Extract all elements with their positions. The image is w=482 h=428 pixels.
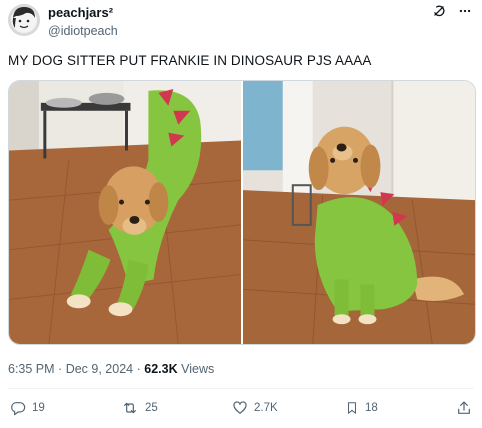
user-name-block: peachjars² @idiotpeach	[48, 5, 118, 39]
photo-left[interactable]	[9, 81, 241, 344]
tweet-header: peachjars² @idiotpeach	[8, 4, 474, 44]
bookmark-count: 18	[365, 402, 378, 414]
bookmark-icon	[345, 400, 359, 416]
share-icon	[456, 400, 472, 416]
header-actions	[432, 4, 472, 18]
like-button[interactable]: 2.7K	[232, 400, 278, 416]
bookmark-button[interactable]: 18	[345, 400, 378, 416]
meta-separator: ·	[58, 362, 63, 376]
retweet-button[interactable]: 25	[121, 400, 158, 416]
like-count: 2.7K	[254, 402, 278, 414]
display-name[interactable]: peachjars²	[48, 5, 118, 21]
tweet-text: MY DOG SITTER PUT FRANKIE IN DINOSAUR PJ…	[8, 53, 372, 68]
avatar[interactable]	[8, 4, 40, 36]
divider	[8, 388, 474, 389]
reply-button[interactable]: 19	[10, 400, 45, 416]
views-label: Views	[181, 362, 215, 376]
user-handle[interactable]: @idiotpeach	[48, 23, 118, 39]
media-grid	[8, 80, 476, 345]
tweet-meta: 6:35 PM · Dec 9, 2024 · 62.3K Views	[8, 361, 214, 377]
retweet-icon	[121, 400, 139, 416]
photo-right[interactable]	[243, 81, 475, 344]
more-icon[interactable]	[458, 4, 472, 18]
reply-count: 19	[32, 402, 45, 414]
grok-icon[interactable]	[432, 4, 446, 18]
retweet-count: 25	[145, 402, 158, 414]
views-count[interactable]: 62.3K	[144, 362, 177, 376]
meta-separator: ·	[136, 362, 141, 376]
tweet-time[interactable]: 6:35 PM	[8, 362, 55, 376]
action-bar: 19 25 2.7K 18	[8, 400, 474, 422]
share-button[interactable]	[456, 400, 472, 416]
reply-icon	[10, 400, 26, 416]
like-icon	[232, 400, 248, 416]
tweet-date[interactable]: Dec 9, 2024	[66, 362, 133, 376]
